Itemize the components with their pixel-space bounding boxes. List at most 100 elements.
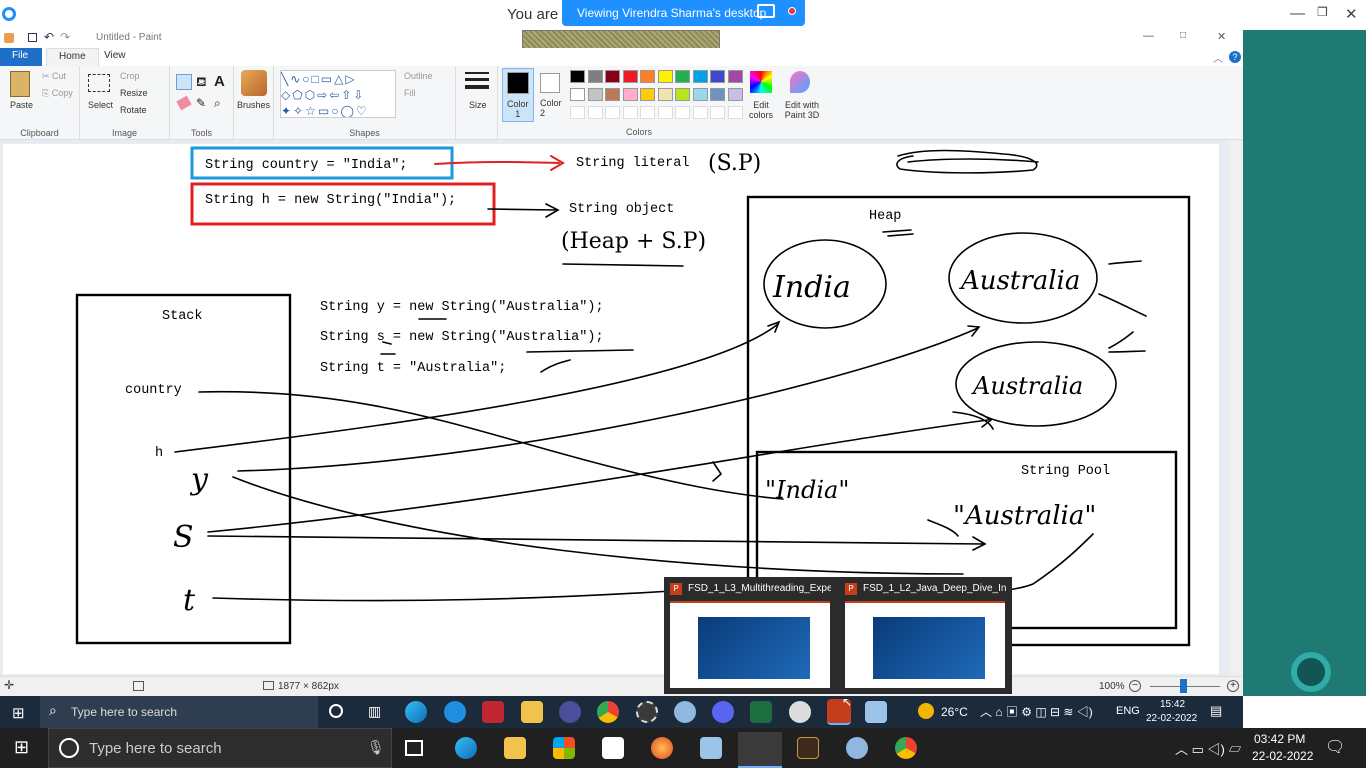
eraser-icon[interactable] [176,95,192,111]
paste-icon[interactable] [10,71,30,97]
palette-swatch[interactable] [622,70,638,83]
shapes-gallery[interactable]: ╲∿○□▭△▷ ◇⬠⬡⇨⇦⇧⇩ ✦✧☆▭○◯♡ [280,70,396,118]
paint-taskbar-icon[interactable] [674,701,696,723]
palette-swatch[interactable] [657,88,673,101]
windows-start-icon[interactable]: ⊞ [12,704,25,722]
maximize-icon[interactable]: □ [1180,30,1186,41]
firefox-icon[interactable] [651,737,673,759]
minimize-icon[interactable]: — [1290,5,1305,22]
select-button[interactable]: Select [88,100,113,110]
palette-swatch[interactable] [587,70,603,83]
chrome-icon[interactable] [597,701,619,723]
palette-swatch[interactable] [640,88,655,101]
app-icon[interactable] [559,701,581,723]
outline-button[interactable]: Outline [404,71,433,81]
palette-swatch[interactable] [727,88,743,101]
cut-button[interactable]: ✂ Cut [42,71,66,82]
share-status-pill[interactable]: Viewing Virendra Sharma's desktop [562,0,805,26]
magnifier-icon[interactable]: ⌕ [214,96,221,111]
resize-button[interactable]: Resize [120,88,148,98]
mail-icon[interactable] [602,737,624,759]
language-indicator[interactable]: ENG [1116,705,1140,717]
color-picker-icon[interactable]: ✎ [196,96,206,110]
notepad-icon[interactable] [700,737,722,759]
paste-button[interactable]: Paste [10,100,33,110]
tab-file[interactable]: File [0,48,42,66]
palette-swatch[interactable] [570,88,585,101]
collapse-ribbon-icon[interactable]: ︿ [1213,50,1223,65]
task-view-icon[interactable]: ▥ [368,703,381,720]
edge-icon[interactable] [405,701,427,723]
palette-empty-swatch[interactable] [587,106,603,119]
palette-swatch[interactable] [675,88,690,101]
notepad-icon[interactable] [865,701,887,723]
file-explorer-icon[interactable] [504,737,526,759]
zoom-slider-thumb[interactable] [1180,679,1187,693]
rotate-button[interactable]: Rotate [120,105,147,115]
palette-empty-swatch[interactable] [657,106,673,119]
restore-icon[interactable]: ❐ [1317,5,1328,19]
copy-button[interactable]: ⎘ Copy [42,88,73,99]
cortana-icon[interactable] [329,704,343,718]
settings-icon[interactable] [636,701,658,723]
windows-start-icon[interactable]: ⊞ [14,737,29,758]
save-icon[interactable] [28,33,37,42]
game-icon[interactable] [797,737,819,759]
preview-window[interactable]: P FSD_1_L3_Multithreading_Expe... [664,577,837,694]
palette-empty-swatch[interactable] [622,106,638,119]
palette-empty-swatch[interactable] [605,106,620,119]
active-app-icon[interactable] [738,732,782,768]
palette-swatch[interactable] [710,88,725,101]
palette-empty-swatch[interactable] [727,106,743,119]
edge-icon[interactable] [455,737,477,759]
clock-date[interactable]: 22-02-2022 [1252,749,1313,763]
chrome-icon[interactable] [895,737,917,759]
palette-swatch[interactable] [657,70,673,83]
tab-view[interactable]: View [92,48,138,66]
remote-search-box[interactable]: ⌕ Type here to search [40,696,318,728]
palette-swatch[interactable] [640,70,655,83]
drawing-canvas[interactable]: (S.P) (Heap + S.P) India Australia Austr… [3,144,1219,674]
palette-swatch[interactable] [605,88,620,101]
notifications-icon[interactable]: 🗨 [1325,737,1345,757]
help-icon[interactable]: ? [1229,51,1241,63]
palette-empty-swatch[interactable] [675,106,690,119]
palette-swatch[interactable] [675,70,690,83]
remote-clock-date[interactable]: 22-02-2022 [1146,713,1197,724]
close-icon[interactable]: ✕ [1217,30,1226,43]
undo-icon[interactable]: ↶ [44,30,54,44]
tab-home[interactable]: Home [46,48,99,66]
crop-button[interactable]: Crop [120,71,140,81]
palette-swatch[interactable] [622,88,638,101]
excel-icon[interactable] [750,701,772,723]
remote-clock-time[interactable]: 15:42 [1160,699,1185,710]
mcafee-icon[interactable] [482,701,504,723]
redo-icon[interactable]: ↷ [60,30,70,44]
palette-swatch[interactable] [587,88,603,101]
tray-icons[interactable]: ︿ ▭ ◁) ▱ [1175,739,1241,758]
palette-swatch[interactable] [710,70,725,83]
app-icon[interactable] [444,701,466,723]
weather-icon[interactable] [918,703,934,719]
vertical-scrollbar[interactable] [1230,140,1243,676]
zoom-out-icon[interactable]: − [1129,680,1141,692]
weather-temp[interactable]: 26°C [941,705,968,719]
size-group[interactable]: Size [456,66,498,140]
palette-empty-swatch[interactable] [640,106,655,119]
search-box[interactable]: Type here to search 🎙 [48,728,392,768]
minimize-icon[interactable]: — [1143,30,1154,42]
edit-paint3d-button[interactable]: Edit with Paint 3D [782,68,820,124]
fill-bucket-icon[interactable]: ⛾ [196,74,207,92]
color2-button[interactable]: Color 2 [536,68,566,122]
palette-empty-swatch[interactable] [692,106,708,119]
clock-icon[interactable] [789,701,811,723]
paint-taskbar-icon[interactable] [846,737,868,759]
task-view-icon[interactable] [405,740,423,756]
pencil-icon[interactable] [176,74,192,90]
notifications-icon[interactable]: ▤ [1210,703,1222,719]
palette-empty-swatch[interactable] [710,106,725,119]
palette-swatch[interactable] [692,70,708,83]
close-icon[interactable]: ✕ [1345,5,1358,23]
store-icon[interactable] [553,737,575,759]
text-icon[interactable]: A [214,73,225,90]
